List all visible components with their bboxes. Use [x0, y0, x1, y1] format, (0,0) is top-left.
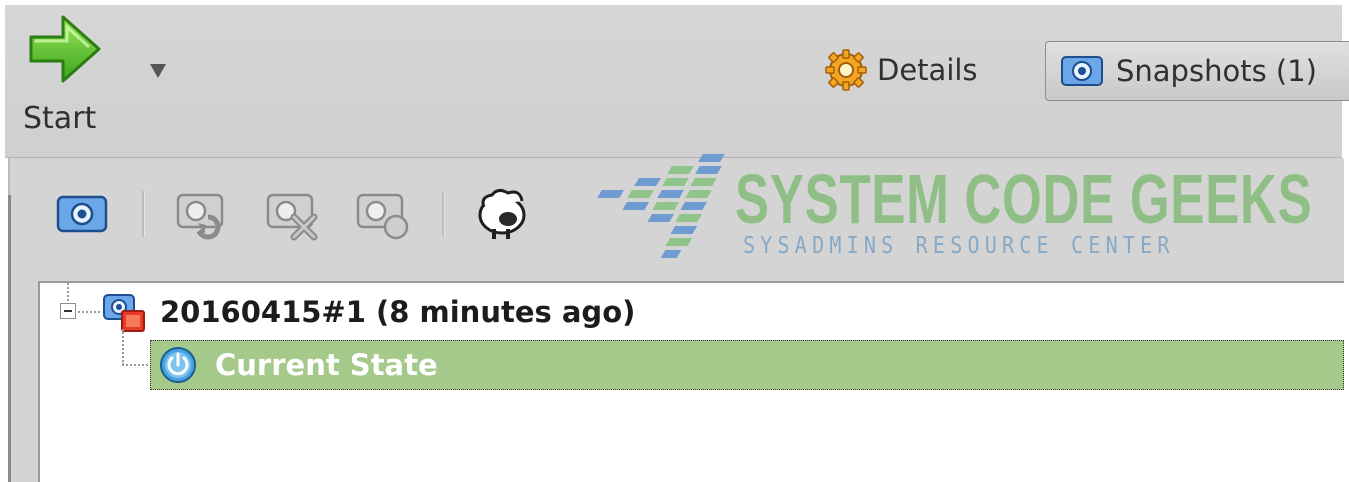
snapshot-tree-item[interactable]: 20160415#1 (8 minutes ago): [102, 289, 635, 335]
snapshots-button[interactable]: Snapshots (1): [1045, 41, 1349, 101]
virtualbox-window: Start Details Snapshots (1) SYSTEM CODE …: [0, 0, 1349, 482]
details-button[interactable]: Details: [825, 45, 978, 95]
current-state-item[interactable]: Current State: [150, 340, 1344, 390]
snapshot-tree: 20160415#1 (8 minutes ago) Current State: [38, 281, 1344, 482]
power-state-icon: [160, 347, 196, 383]
restore-snapshot-icon[interactable]: [172, 187, 232, 241]
details-label: Details: [877, 53, 978, 87]
main-toolbar: Start Details Snapshots (1): [5, 5, 1349, 158]
toolbar-separator: [442, 191, 445, 237]
snapshot-offline-icon: [103, 294, 145, 332]
panel-splitter[interactable]: [8, 195, 11, 482]
tree-connector: [78, 311, 100, 313]
start-dropdown-chevron-icon[interactable]: [147, 59, 169, 81]
start-label: Start: [23, 101, 97, 136]
camera-snapshot-icon: [1061, 56, 1103, 86]
watermark-title: SYSTEM CODE GEEKS: [735, 160, 1313, 238]
clone-sheep-icon[interactable]: [472, 187, 532, 241]
tree-connector: [122, 364, 148, 366]
start-button[interactable]: Start: [15, 9, 155, 154]
toolbar-separator: [142, 191, 145, 237]
tree-connector: [67, 283, 69, 301]
start-arrow-icon: [29, 15, 101, 83]
watermark-logo-icon: [597, 154, 725, 258]
watermark: SYSTEM CODE GEEKS SYSADMINS RESOURCE CEN…: [585, 150, 1312, 270]
gear-icon: [825, 49, 867, 91]
current-state-label: Current State: [215, 348, 438, 382]
delete-snapshot-icon[interactable]: [262, 187, 322, 241]
snapshots-label: Snapshots (1): [1116, 54, 1317, 88]
watermark-subtitle: SYSADMINS RESOURCE CENTER: [743, 233, 1175, 259]
tree-connector: [122, 329, 124, 365]
take-snapshot-icon[interactable]: [52, 187, 112, 241]
snapshot-label: 20160415#1 (8 minutes ago): [160, 295, 636, 329]
tree-collapse-icon[interactable]: [60, 303, 76, 319]
snapshot-details-icon[interactable]: [352, 187, 412, 241]
